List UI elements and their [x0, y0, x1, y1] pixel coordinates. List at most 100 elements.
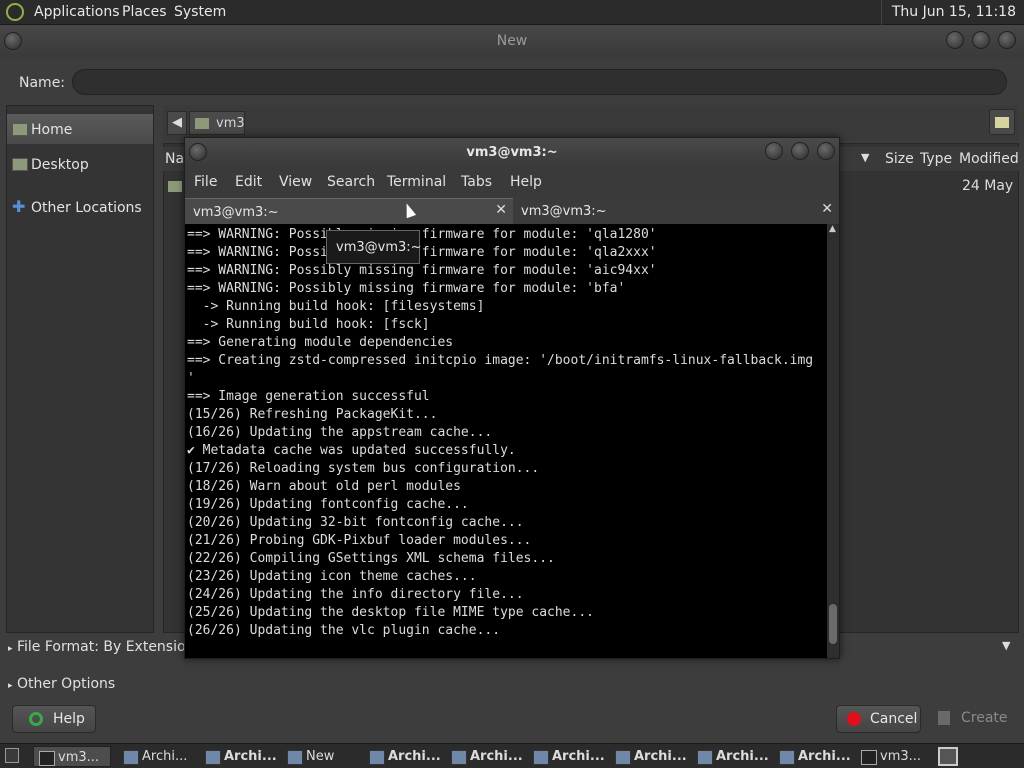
tab-2[interactable]: vm3@vm3:~ ✕ — [513, 198, 839, 224]
window-icon — [369, 750, 385, 765]
name-input[interactable] — [72, 69, 1007, 95]
terminal-output: ==> WARNING: Possibly missing firmware f… — [187, 226, 813, 640]
window-icon — [697, 750, 713, 765]
taskbar-item[interactable]: Archi... — [118, 746, 194, 767]
window-icon — [615, 750, 631, 765]
new-folder-icon — [995, 117, 1009, 128]
column-name[interactable]: Na — [165, 151, 184, 167]
taskbar-item[interactable]: Archi... — [528, 746, 605, 767]
menu-search[interactable]: Search — [327, 174, 375, 190]
taskbar-item-label: New — [306, 749, 335, 764]
sidebar-item-label: Desktop — [31, 157, 89, 173]
show-desktop-icon[interactable] — [5, 748, 19, 763]
taskbar-item[interactable]: New — [282, 746, 358, 767]
taskbar-item[interactable]: Archi... — [774, 746, 851, 767]
help-button-label: Help — [53, 711, 85, 727]
menu-help[interactable]: Help — [510, 174, 542, 190]
cancel-button-label: Cancel — [870, 711, 918, 727]
tab-1[interactable]: vm3@vm3:~ ✕ — [185, 198, 513, 224]
taskbar-item[interactable]: Archi... — [446, 746, 523, 767]
cancel-button[interactable]: Cancel — [836, 705, 921, 733]
terminal-line: (16/26) Updating the appstream cache... — [187, 425, 493, 440]
dialog-title: New — [496, 33, 528, 49]
window-icon — [451, 750, 467, 765]
column-type[interactable]: Type — [920, 151, 952, 167]
taskbar-item-label: Archi... — [224, 749, 277, 764]
folder-icon — [168, 181, 182, 192]
window-icon — [287, 750, 303, 765]
distro-logo-icon[interactable] — [6, 3, 24, 21]
sidebar-item-home[interactable]: Home — [7, 114, 153, 144]
document-icon — [938, 711, 950, 725]
terminal-line: (17/26) Reloading system bus configurati… — [187, 461, 540, 476]
file-format-combo-arrow[interactable]: ▼ — [1002, 639, 1010, 652]
taskbar-item[interactable]: Archi... — [364, 746, 441, 767]
terminal-minimize-button[interactable] — [765, 142, 783, 160]
workspace-switcher[interactable] — [938, 747, 958, 766]
tab-label: vm3@vm3:~ — [521, 204, 607, 219]
taskbar-item[interactable]: vm3... — [33, 746, 111, 767]
places-menu[interactable]: Places — [122, 4, 167, 20]
tab-tooltip: vm3@vm3:~ — [326, 230, 422, 264]
taskbar-item[interactable]: Archi... — [610, 746, 687, 767]
taskbar-item[interactable]: Archi... — [692, 746, 769, 767]
help-icon — [29, 712, 43, 726]
sidebar-item-desktop[interactable]: Desktop — [7, 149, 153, 179]
other-options-expander[interactable]: ▸ Other Options — [8, 676, 115, 692]
taskbar-item-label: Archi... — [552, 749, 605, 764]
dialog-maximize-button[interactable] — [972, 31, 990, 49]
menu-terminal[interactable]: Terminal — [387, 174, 446, 190]
terminal-maximize-button[interactable] — [791, 142, 809, 160]
close-icon[interactable]: ✕ — [821, 201, 833, 217]
dialog-titlebar[interactable]: New — [0, 25, 1024, 57]
dialog-minimize-button[interactable] — [946, 31, 964, 49]
terminal-line: (18/26) Warn about old perl modules — [187, 479, 461, 494]
expander-arrow-icon: ▸ — [8, 644, 13, 654]
terminal-line: ==> WARNING: Possibly missing firmware f… — [187, 245, 657, 260]
column-size[interactable]: Size — [885, 151, 914, 167]
taskbar-item[interactable]: Archi... — [200, 746, 277, 767]
close-icon[interactable]: ✕ — [495, 202, 507, 218]
terminal-screen[interactable]: ==> WARNING: Possibly missing firmware f… — [185, 224, 827, 658]
column-modified[interactable]: Modified — [959, 151, 1019, 167]
path-back-button[interactable]: ◀ — [167, 111, 187, 135]
sidebar-item-label: Home — [31, 122, 73, 138]
create-button[interactable]: Create — [928, 705, 1018, 733]
home-folder-icon — [195, 118, 209, 129]
sort-chevron-down-icon[interactable]: ▼ — [861, 151, 869, 164]
taskbar-item-label: Archi... — [142, 749, 188, 764]
terminal-line: -> Running build hook: [filesystems] — [187, 299, 485, 314]
terminal-line: ==> Generating module dependencies — [187, 335, 454, 350]
system-menu[interactable]: System — [174, 4, 226, 20]
terminal-line: (19/26) Updating fontconfig cache... — [187, 497, 469, 512]
scroll-up-icon[interactable]: ▲ — [829, 224, 836, 234]
taskbar-item-label: Archi... — [716, 749, 769, 764]
applications-menu[interactable]: Applications — [34, 4, 120, 20]
menu-file[interactable]: File — [194, 174, 217, 190]
create-folder-button[interactable] — [989, 109, 1015, 135]
terminal-line: (21/26) Probing GDK-Pixbuf loader module… — [187, 533, 532, 548]
dialog-close-button[interactable] — [998, 31, 1016, 49]
scroll-thumb[interactable] — [829, 604, 837, 644]
sidebar-item-other-locations[interactable]: ✚ Other Locations — [7, 192, 153, 222]
file-format-label: File Format: By Extension — [16, 639, 195, 655]
terminal-titlebar[interactable]: vm3@vm3:~ — [185, 138, 839, 166]
path-segment-vm3[interactable]: vm3 — [189, 111, 245, 135]
name-label: Name: — [19, 75, 66, 91]
terminal-line: ' — [187, 371, 195, 386]
terminal-line: ==> Image generation successful — [187, 389, 430, 404]
clock[interactable]: Thu Jun 15, 11:18 — [880, 0, 1024, 25]
menu-tabs[interactable]: Tabs — [461, 174, 492, 190]
menu-view[interactable]: View — [279, 174, 312, 190]
expander-arrow-icon: ▸ — [8, 681, 13, 691]
menu-edit[interactable]: Edit — [235, 174, 262, 190]
taskbar-item[interactable]: vm3... — [856, 746, 932, 767]
terminal-scrollbar[interactable]: ▲ — [827, 224, 839, 658]
terminal-close-button[interactable] — [817, 142, 835, 160]
terminal-icon — [39, 751, 55, 766]
terminal-line: ==> WARNING: Possibly missing firmware f… — [187, 281, 626, 296]
file-format-expander[interactable]: ▸ File Format: By Extension — [8, 639, 194, 655]
sidebar-item-label: Other Locations — [31, 200, 142, 216]
help-button[interactable]: Help — [12, 705, 96, 733]
taskbar-item-label: Archi... — [388, 749, 441, 764]
